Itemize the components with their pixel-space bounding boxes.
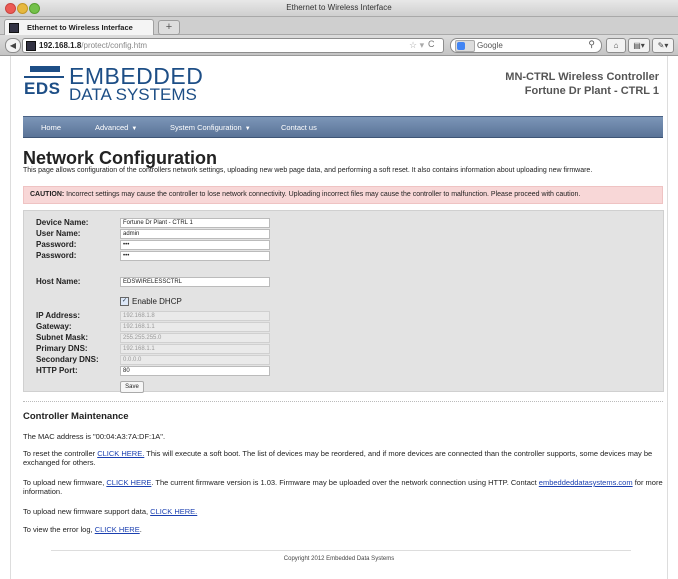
new-tab-button[interactable]: +	[158, 20, 180, 35]
logo-text-data-systems: DATA SYSTEMS	[69, 85, 197, 104]
navigation-bar: ◀ 192.168.1.8/protect/config.htm ☆ ▾ C G…	[0, 35, 678, 56]
web-page: EDS EMBEDDED DATA SYSTEMS MN-CTRL Wirele…	[10, 56, 668, 579]
ip-address-label: IP Address:	[36, 311, 81, 320]
password-label: Password:	[36, 240, 77, 249]
controller-name: MN-CTRL Wireless Controller Fortune Dr P…	[505, 71, 659, 97]
enable-dhcp-checkbox[interactable]: ✓	[120, 297, 129, 307]
chevron-down-icon: ▼	[244, 126, 251, 132]
ip-address-field: 192.168.1.8	[120, 311, 270, 321]
url-favicon-icon	[26, 41, 36, 51]
error-log-link[interactable]: CLICK HERE	[95, 525, 140, 534]
contact-link[interactable]: embeddeddatasystems.com	[539, 478, 633, 487]
reset-link[interactable]: CLICK HERE.	[97, 449, 144, 458]
enable-dhcp-label: Enable DHCP	[132, 297, 182, 306]
password-confirm-field[interactable]: •••	[120, 251, 270, 261]
search-placeholder: Google	[477, 41, 503, 50]
chevron-down-icon: ▼	[131, 126, 138, 132]
device-name-label: Device Name:	[36, 218, 89, 227]
mac-address-text: The MAC address is "00:04:A3:7A:DF:1A".	[23, 432, 166, 441]
tab-ethernet-wireless[interactable]: Ethernet to Wireless Interface	[4, 19, 154, 35]
reset-paragraph: To reset the controller CLICK HERE. This…	[23, 449, 653, 467]
host-name-label: Host Name:	[36, 277, 81, 286]
user-name-field[interactable]: admin	[120, 229, 270, 239]
footer-copyright: Copyright 2012 Embedded Data Systems	[283, 556, 395, 562]
menu-system-configuration[interactable]: System Configuration ▼	[170, 123, 251, 132]
tab-bar: Ethernet to Wireless Interface +	[0, 17, 678, 35]
bookmark-star-icon[interactable]: ☆ ▾	[409, 40, 424, 51]
window-title: Ethernet to Wireless Interface	[286, 3, 392, 12]
error-log-paragraph: To view the error log, CLICK HERE.	[23, 525, 142, 534]
network-config-form: Device Name: Fortune Dr Plant - CTRL 1 Us…	[23, 210, 664, 393]
url-text: 192.168.1.8/protect/config.htm	[39, 41, 148, 50]
http-port-field[interactable]: 80	[120, 366, 270, 376]
google-engine-icon[interactable]	[455, 40, 475, 52]
subnet-mask-label: Subnet Mask:	[36, 333, 89, 342]
password-field[interactable]: •••	[120, 240, 270, 250]
gateway-field: 192.168.1.1	[120, 322, 270, 332]
page-description: This page allows configuration of the co…	[23, 167, 593, 174]
search-icon[interactable]: ⚲	[588, 39, 595, 50]
bookmarks-button[interactable]: ▤▾	[628, 38, 650, 53]
menu-home[interactable]: Home	[41, 123, 61, 132]
enable-dhcp-row[interactable]: ✓ Enable DHCP	[120, 297, 182, 307]
tab-label: Ethernet to Wireless Interface	[27, 23, 133, 32]
section-divider	[23, 401, 663, 402]
save-button[interactable]: Save	[120, 381, 144, 393]
url-bar[interactable]: 192.168.1.8/protect/config.htm ☆ ▾ C	[22, 38, 444, 53]
home-button[interactable]: ⌂	[606, 38, 626, 53]
back-button[interactable]: ◀	[5, 38, 21, 53]
primary-dns-label: Primary DNS:	[36, 344, 88, 353]
http-port-label: HTTP Port:	[36, 366, 78, 375]
eds-logo-mark: EDS	[24, 65, 64, 101]
reload-icon[interactable]: C	[428, 39, 435, 49]
firmware-paragraph: To upload new firmware, CLICK HERE. The …	[23, 478, 663, 496]
primary-dns-field: 192.168.1.1	[120, 344, 270, 354]
main-menu: Home Advanced ▼ System Configuration ▼ Con…	[23, 116, 663, 138]
secondary-dns-label: Secondary DNS:	[36, 355, 99, 364]
device-name-field[interactable]: Fortune Dr Plant - CTRL 1	[120, 218, 270, 228]
support-data-paragraph: To upload new firmware support data, CLI…	[23, 507, 198, 516]
subnet-mask-field: 255.255.255.0	[120, 333, 270, 343]
firmware-upload-link[interactable]: CLICK HERE	[106, 478, 151, 487]
title-bar: Ethernet to Wireless Interface	[0, 0, 678, 17]
menu-advanced[interactable]: Advanced ▼	[95, 123, 137, 132]
host-name-field[interactable]: EDSWIRELESSCTRL	[120, 277, 270, 287]
user-name-label: User Name:	[36, 229, 81, 238]
caution-banner: CAUTION: Incorrect settings may cause th…	[23, 186, 663, 204]
search-input[interactable]: Google ⚲	[450, 38, 602, 53]
support-data-link[interactable]: CLICK HERE.	[150, 507, 197, 516]
page-title: Network Configuration	[23, 148, 217, 168]
browser-window: Ethernet to Wireless Interface Ethernet …	[0, 0, 678, 579]
maintenance-title: Controller Maintenance	[23, 411, 129, 422]
site-favicon-icon	[9, 23, 19, 33]
extensions-button[interactable]: ✎▾	[652, 38, 674, 53]
gateway-label: Gateway:	[36, 322, 72, 331]
footer-divider	[51, 550, 631, 551]
menu-contact-us[interactable]: Contact us	[281, 123, 317, 132]
secondary-dns-field: 0.0.0.0	[120, 355, 270, 365]
password-confirm-label: Password:	[36, 251, 77, 260]
